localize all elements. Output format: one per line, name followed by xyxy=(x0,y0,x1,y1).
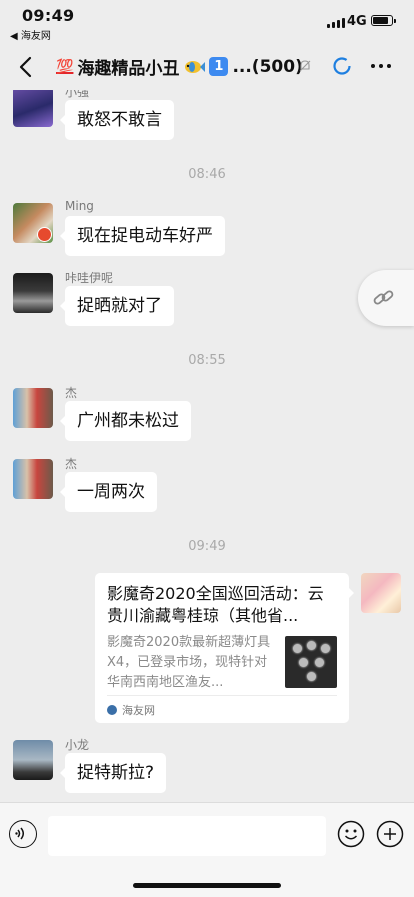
sender-name: 咔哇伊呢 xyxy=(65,271,114,285)
home-indicator xyxy=(133,883,281,888)
message-list[interactable]: 小强 敢怒不敢言 08:46 Ming 现在捉电动车好严 咔哇伊呢 捉晒就对了 … xyxy=(0,90,414,802)
signal-icon xyxy=(327,17,345,28)
more-dots-icon[interactable] xyxy=(371,64,391,68)
link-icon xyxy=(373,290,394,305)
network-type: 4G xyxy=(347,14,367,29)
avatar-self[interactable] xyxy=(361,573,401,613)
avatar-ming[interactable] xyxy=(13,203,53,243)
status-bar: 09:49 ◀ 海友网 4G xyxy=(0,0,414,44)
chat-header: 💯 海趣精品小丑 1 ...(500) xyxy=(0,44,414,90)
sender-name: 杰 xyxy=(65,457,78,471)
chat-title[interactable]: 💯 海趣精品小丑 1 ...(500) xyxy=(56,54,303,80)
input-bar xyxy=(0,802,414,897)
status-time: 09:49 xyxy=(22,6,75,25)
sender-name: 杰 xyxy=(65,386,78,400)
message-bubble[interactable]: 敢怒不敢言 xyxy=(60,100,174,140)
sender-name: 小强 xyxy=(65,90,90,99)
sender-name: Ming xyxy=(65,199,94,213)
timestamp: 08:46 xyxy=(188,167,226,182)
group-name: 海趣精品小丑 xyxy=(77,59,180,79)
link-card-thumbnail xyxy=(285,636,337,688)
chevron-left-icon[interactable] xyxy=(14,54,40,80)
message-bubble[interactable]: 现在捉电动车好严 xyxy=(60,216,225,256)
emoji-icon[interactable] xyxy=(337,820,365,848)
message-bubble[interactable]: 一周两次 xyxy=(60,472,157,512)
message-bubble[interactable]: 广州都未松过 xyxy=(60,401,191,441)
avatar-jie[interactable] xyxy=(13,459,53,499)
avatar-kawayi[interactable] xyxy=(13,273,53,313)
timestamp: 08:55 xyxy=(188,353,226,368)
avatar-jie[interactable] xyxy=(13,388,53,428)
voice-icon[interactable] xyxy=(9,820,37,848)
link-card-description: 影魔奇2020款最新超薄灯具X4，已登录市场，现特针对华南西南地区渔友... xyxy=(107,635,271,690)
plus-icon[interactable] xyxy=(376,820,404,848)
message-bubble[interactable]: 捉晒就对了 xyxy=(60,286,174,326)
fish-icon xyxy=(185,60,206,73)
timestamp: 09:49 xyxy=(188,539,226,554)
bell-slash-icon xyxy=(299,60,311,72)
battery-icon xyxy=(371,15,396,26)
member-count: ...(500) xyxy=(232,56,303,77)
sender-name: 小龙 xyxy=(65,738,90,752)
hundred-emoji: 💯 xyxy=(56,58,74,75)
source-logo-icon xyxy=(107,704,117,715)
avatar-xiaoqiang[interactable] xyxy=(13,90,53,127)
mini-program-icon[interactable] xyxy=(332,56,352,76)
link-card-source: 海友网 xyxy=(122,703,155,717)
floating-link-button[interactable] xyxy=(358,270,414,326)
link-card-title: 影魔奇2020全国巡回活动：云贵川渝藏粤桂琼（其他省... xyxy=(107,584,324,625)
link-card[interactable]: 影魔奇2020全国巡回活动：云贵川渝藏粤桂琼（其他省... 影魔奇2020款最新… xyxy=(95,573,354,723)
avatar-xiaolong[interactable] xyxy=(13,740,53,780)
message-bubble[interactable]: 捉特斯拉? xyxy=(59,753,167,793)
message-input[interactable] xyxy=(48,816,326,856)
back-to-app-link[interactable]: ◀ 海友网 xyxy=(10,27,51,42)
battery-level xyxy=(373,17,389,24)
number-one-badge: 1 xyxy=(209,57,229,76)
